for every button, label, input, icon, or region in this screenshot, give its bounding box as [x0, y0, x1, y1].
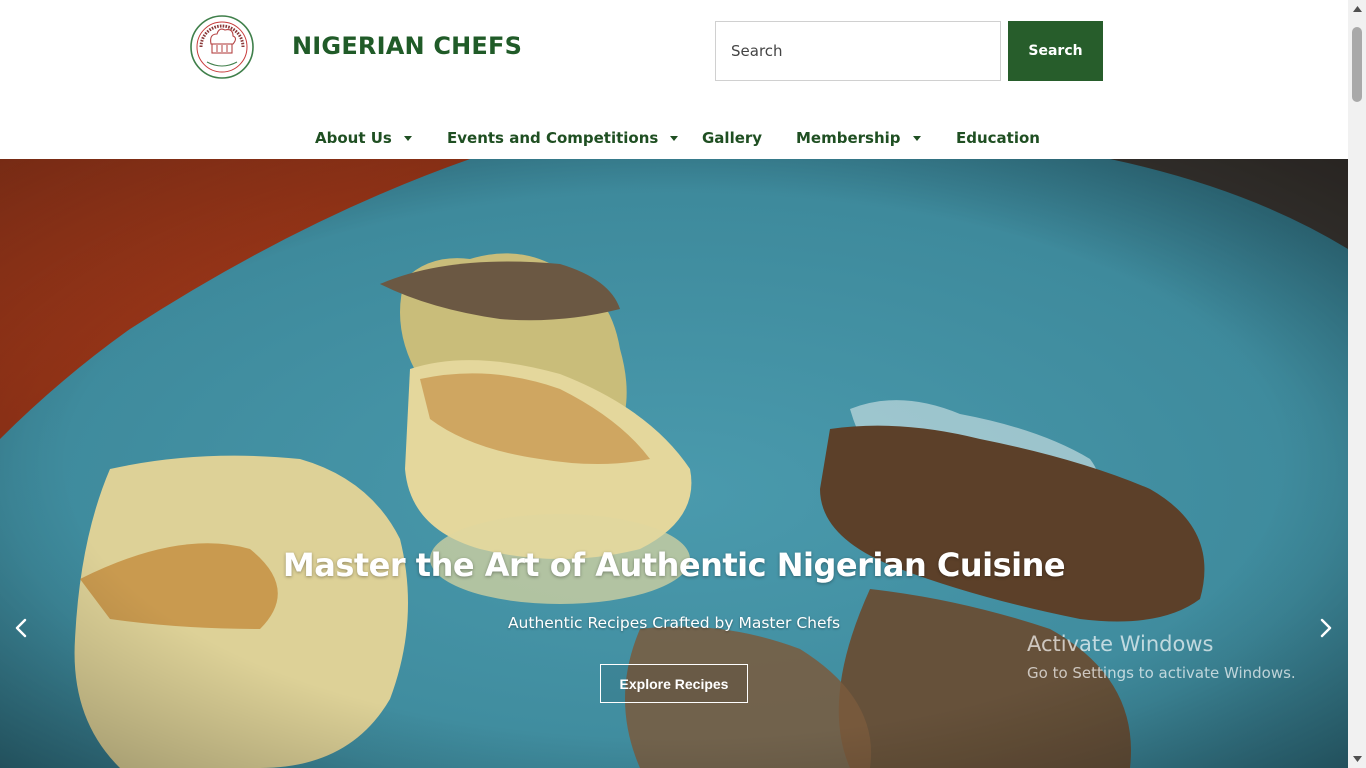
- triangle-up-icon: [1352, 6, 1362, 12]
- brand-name[interactable]: NIGERIAN CHEFS: [292, 32, 522, 60]
- nav-label: Gallery: [702, 129, 763, 147]
- windows-activation-subtitle: Go to Settings to activate Windows.: [1027, 664, 1296, 682]
- nav-label: Events and Competitions: [447, 129, 659, 147]
- caret-down-icon: [912, 135, 921, 141]
- scroll-up-button[interactable]: [1348, 0, 1366, 18]
- search-button[interactable]: Search: [1008, 21, 1103, 81]
- hero-subtitle: Authentic Recipes Crafted by Master Chef…: [507, 614, 841, 632]
- nav-label: About Us: [315, 129, 392, 147]
- search-input[interactable]: [715, 21, 1001, 81]
- nav-item-gallery[interactable]: Gallery: [702, 124, 762, 152]
- nav-item-membership[interactable]: Membership: [796, 124, 921, 152]
- nav-item-about-us[interactable]: About Us: [315, 124, 412, 152]
- triangle-down-icon: [1352, 756, 1362, 762]
- nav-label: Education: [956, 129, 1040, 147]
- site-logo[interactable]: [189, 12, 255, 82]
- scrollbar-thumb[interactable]: [1352, 27, 1362, 102]
- nav-item-education[interactable]: Education: [956, 124, 1040, 152]
- nav-label: Membership: [796, 129, 901, 147]
- nav-item-events-and-competitions[interactable]: Events and Competitions: [447, 124, 679, 152]
- scroll-down-button[interactable]: [1348, 750, 1366, 768]
- caret-down-icon: [670, 135, 679, 141]
- caret-down-icon: [403, 135, 412, 141]
- site-header: NIGERIAN CHEFS Search About Us Events an…: [0, 0, 1348, 159]
- page-scrollbar[interactable]: [1348, 0, 1366, 768]
- main-navigation: About Us Events and Competitions Gallery…: [0, 124, 1348, 152]
- explore-recipes-button[interactable]: Explore Recipes: [600, 664, 748, 703]
- windows-activation-title: Activate Windows: [1027, 632, 1214, 656]
- hero-title: Master the Art of Authentic Nigerian Cui…: [282, 546, 1066, 584]
